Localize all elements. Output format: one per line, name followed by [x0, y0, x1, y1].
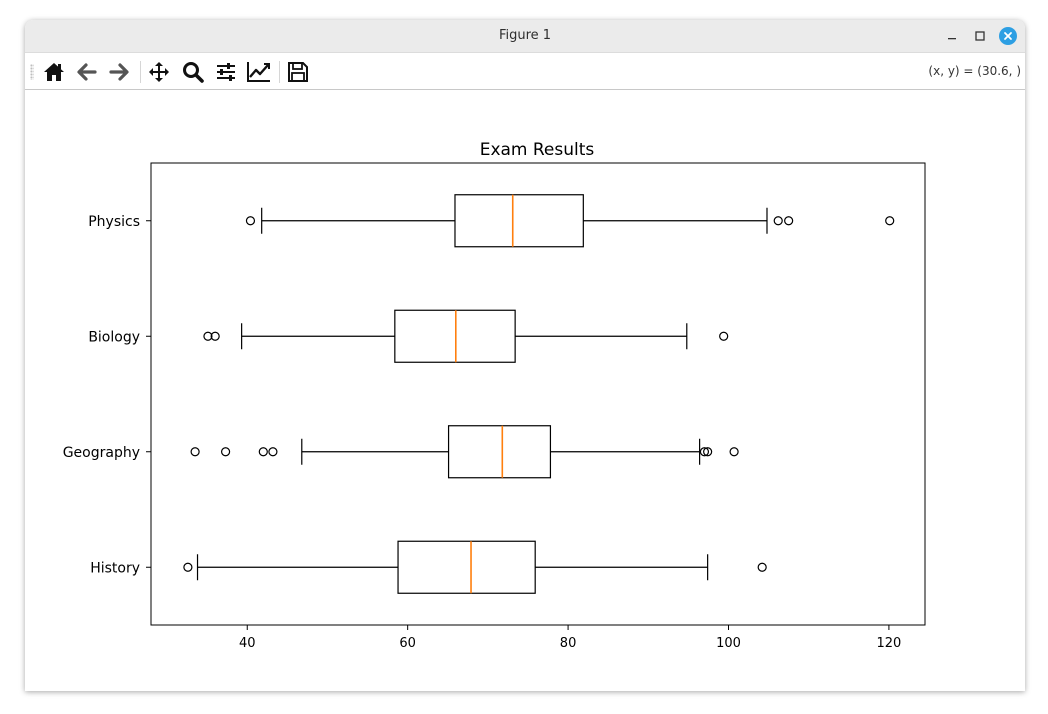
pan-button[interactable]	[146, 59, 172, 85]
configure-subplots-button[interactable]	[213, 59, 239, 85]
outlier-geography	[258, 447, 268, 457]
maximize-icon	[975, 31, 985, 41]
y-tick-label-biology: Biology	[88, 329, 140, 345]
forward-button[interactable]	[106, 59, 132, 85]
outlier-geography	[268, 447, 278, 457]
close-button[interactable]	[999, 27, 1017, 45]
box-geography	[447, 425, 552, 479]
toolbar-grip[interactable]	[30, 64, 34, 80]
home-button[interactable]	[41, 59, 67, 85]
box-biology	[394, 309, 516, 363]
window-title: Figure 1	[498, 28, 552, 43]
cursor-coordinates: (x, y) = (30.6, )	[928, 64, 1021, 78]
x-tick-label: 60	[399, 636, 416, 651]
x-tick-label: 120	[876, 636, 901, 651]
close-icon	[1004, 32, 1012, 40]
arrow-left-icon	[77, 63, 97, 81]
minimize-button[interactable]	[943, 27, 961, 45]
box-physics	[454, 194, 584, 248]
chart-title: Exam Results	[480, 140, 595, 160]
outlier-history	[757, 562, 767, 572]
outlier-physics	[245, 216, 256, 226]
axes-frame	[150, 162, 926, 626]
outlier-physics	[885, 216, 895, 226]
toolbar-separator	[279, 61, 280, 83]
y-tick-label-physics: Physics	[88, 214, 140, 230]
move-icon	[149, 62, 169, 82]
x-tick-label: 80	[560, 636, 577, 651]
navigation-toolbar: (x, y) = (30.6, )	[25, 53, 1025, 90]
arrow-right-icon	[109, 63, 129, 81]
line-chart-icon	[247, 62, 270, 82]
y-tick-label-history: History	[90, 560, 140, 576]
figure-canvas[interactable]: Exam Results History Geography Biology Phys…	[25, 90, 1025, 691]
box-history	[397, 540, 536, 594]
outlier-physics	[784, 216, 794, 226]
home-icon	[44, 63, 64, 81]
outlier-biology	[719, 331, 729, 341]
boxplot-chart: Exam Results History Geography Biology Phys…	[63, 140, 926, 651]
zoom-button[interactable]	[180, 59, 206, 85]
title-bar[interactable]: Figure 1	[25, 20, 1025, 53]
y-tick-label-geography: Geography	[63, 445, 140, 461]
edit-axes-button[interactable]	[246, 59, 272, 85]
minimize-icon	[948, 38, 956, 40]
back-button[interactable]	[74, 59, 100, 85]
outlier-history	[183, 562, 193, 572]
x-tick-label: 100	[716, 636, 741, 651]
figure-window: Figure 1 (x, y) = (30.6,) Exam Results …	[25, 20, 1025, 691]
maximize-button[interactable]	[971, 27, 989, 45]
outlier-geography	[220, 447, 231, 457]
save-button[interactable]	[285, 59, 311, 85]
outlier-physics	[773, 216, 783, 226]
x-tick-label: 40	[239, 636, 256, 651]
magnifier-icon	[183, 62, 204, 83]
sliders-icon	[217, 63, 235, 81]
floppy-disk-icon	[288, 62, 308, 82]
outlier-geography	[729, 447, 739, 457]
toolbar-separator	[140, 61, 141, 83]
outlier-geography	[190, 447, 200, 457]
